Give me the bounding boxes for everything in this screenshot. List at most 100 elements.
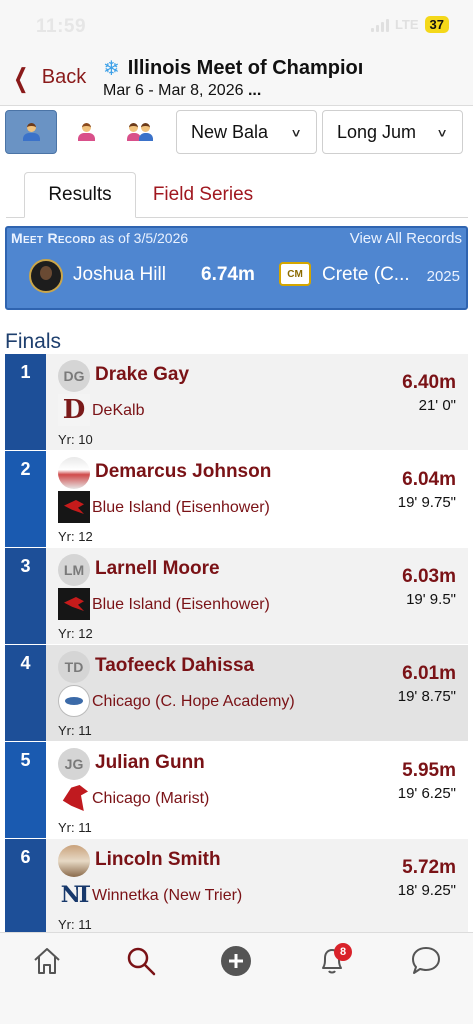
record-athlete-name[interactable]: Joshua Hill — [73, 264, 166, 286]
school-name[interactable]: Chicago (C. Hope Academy) — [92, 693, 295, 711]
school-logo — [58, 782, 90, 814]
athlete-year: Yr: 11 — [58, 820, 92, 835]
record-school-logo: CM — [279, 262, 311, 286]
place-column: 2 — [5, 451, 46, 547]
results-tabs: Results Field Series — [6, 172, 468, 218]
event-select-value: Long Jum — [337, 121, 417, 142]
place-number: 1 — [20, 362, 31, 382]
place-column: 4 — [5, 645, 46, 741]
school-logo — [58, 588, 90, 620]
result-mark: 6.01m — [402, 663, 456, 684]
chevron-left-icon: ❮ — [13, 62, 29, 93]
girl-icon — [77, 123, 95, 141]
school-name[interactable]: Blue Island (Eisenhower) — [92, 596, 270, 614]
result-mark: 6.04m — [402, 469, 456, 490]
meet-dates-ellipsis: ... — [247, 82, 262, 99]
athlete-name[interactable]: Lincoln Smith — [95, 849, 221, 871]
school-logo: D — [58, 394, 90, 426]
result-row[interactable]: 3 LM Larnell Moore Blue Island (Eisenhow… — [5, 548, 468, 645]
add-icon[interactable] — [216, 941, 256, 981]
meet-dates[interactable]: Mar 6 - Mar 8, 2026 ... — [103, 82, 261, 100]
combined-filter-button[interactable] — [116, 110, 168, 154]
athlete-name[interactable]: Julian Gunn — [95, 752, 205, 774]
result-feet: 21' 0" — [418, 397, 456, 414]
result-row[interactable]: 2 Demarcus Johnson Blue Island (Eisenhow… — [5, 451, 468, 548]
meet-select-value: New Bala — [191, 121, 269, 142]
place-number: 3 — [20, 556, 31, 576]
place-column: 1 — [5, 354, 46, 450]
athlete-year: Yr: 12 — [58, 626, 93, 641]
meet-record-card[interactable]: Meet Record as of 3/5/2026 View All Reco… — [5, 226, 468, 310]
girls-filter-button[interactable] — [60, 110, 112, 154]
nav-header: ❮ Back ❄ Illinois Meet of Champioı Mar 6… — [0, 52, 473, 106]
bottom-nav: 8 — [0, 932, 473, 1024]
athlete-year: Yr: 11 — [58, 917, 92, 932]
status-time: 11:59 — [36, 16, 87, 37]
result-row[interactable]: 6 Lincoln Smith NT Winnetka (New Trier) … — [5, 839, 468, 936]
school-logo — [58, 685, 90, 717]
meet-title-row[interactable]: ❄ Illinois Meet of Champioı — [103, 56, 371, 81]
meet-record-date: as of 3/5/2026 — [99, 230, 189, 246]
result-row[interactable]: 5 JG Julian Gunn Chicago (Marist) Yr: 11… — [5, 742, 468, 839]
messages-icon[interactable] — [406, 941, 446, 981]
chevron-down-icon: ∨ — [436, 127, 448, 140]
place-column: 3 — [5, 548, 46, 644]
record-year: 2025 — [426, 268, 460, 285]
athlete-avatar: TD — [58, 651, 90, 683]
athlete-year: Yr: 11 — [58, 723, 92, 738]
school-logo: NT — [58, 879, 90, 911]
school-name[interactable]: DeKalb — [92, 402, 144, 420]
meet-dates-text: Mar 6 - Mar 8, 2026 — [103, 82, 244, 99]
athlete-avatar: LM — [58, 554, 90, 586]
result-mark: 6.40m — [402, 372, 456, 393]
meet-select[interactable]: New Bala ∨ — [176, 110, 317, 154]
school-logo — [58, 491, 90, 523]
notification-badge: 8 — [334, 943, 352, 961]
result-row[interactable]: 1 DG Drake Gay D DeKalb Yr: 10 6.40m 21'… — [5, 354, 468, 451]
athlete-year: Yr: 12 — [58, 529, 93, 544]
result-row[interactable]: 4 TD Taofeeck Dahissa Chicago (C. Hope A… — [5, 645, 468, 742]
school-name[interactable]: Blue Island (Eisenhower) — [92, 499, 270, 517]
status-bar: 11:59 LTE 37 — [0, 0, 473, 52]
athlete-name[interactable]: Taofeeck Dahissa — [95, 655, 254, 677]
athlete-name[interactable]: Larnell Moore — [95, 558, 220, 580]
tab-results[interactable]: Results — [24, 172, 136, 218]
back-button[interactable]: ❮ Back — [10, 62, 87, 93]
boy-icon — [22, 123, 40, 141]
search-icon[interactable] — [121, 941, 161, 981]
notifications-icon[interactable]: 8 — [312, 941, 352, 981]
athlete-photo — [58, 457, 90, 489]
school-name[interactable]: Chicago (Marist) — [92, 790, 209, 808]
place-column: 5 — [5, 742, 46, 838]
battery-icon: 37 — [424, 16, 449, 33]
result-feet: 19' 6.25" — [397, 785, 456, 802]
place-column: 6 — [5, 839, 46, 935]
tab-field-series[interactable]: Field Series — [148, 172, 258, 218]
result-mark: 6.03m — [402, 566, 456, 587]
back-label: Back — [41, 66, 87, 88]
athlete-name[interactable]: Drake Gay — [95, 364, 189, 386]
chevron-down-icon: ∨ — [290, 127, 302, 140]
place-number: 5 — [20, 750, 31, 770]
result-feet: 19' 9.5" — [406, 591, 456, 608]
view-all-records-link[interactable]: View All Records — [350, 230, 462, 247]
result-feet: 19' 9.75" — [397, 494, 456, 511]
result-mark: 5.95m — [402, 760, 456, 781]
athlete-avatar: JG — [58, 748, 90, 780]
event-select[interactable]: Long Jum ∨ — [322, 110, 463, 154]
athlete-name[interactable]: Demarcus Johnson — [95, 461, 271, 483]
snowflake-icon: ❄ — [103, 58, 120, 80]
boy-girl-icon — [127, 123, 157, 141]
school-logo-text: NT — [60, 882, 90, 908]
network-label: LTE — [394, 17, 419, 32]
record-school[interactable]: Crete (C... — [322, 264, 410, 286]
place-number: 2 — [20, 459, 31, 479]
results-list: 1 DG Drake Gay D DeKalb Yr: 10 6.40m 21'… — [5, 354, 468, 936]
result-feet: 18' 9.25" — [397, 882, 456, 899]
school-name[interactable]: Winnetka (New Trier) — [92, 887, 242, 905]
home-icon[interactable] — [27, 941, 67, 981]
meet-record-heading: Meet Record as of 3/5/2026 — [11, 230, 188, 246]
boys-filter-button[interactable] — [5, 110, 57, 154]
school-logo-text: D — [62, 395, 86, 425]
filter-row: New Bala ∨ Long Jum ∨ — [0, 108, 473, 158]
